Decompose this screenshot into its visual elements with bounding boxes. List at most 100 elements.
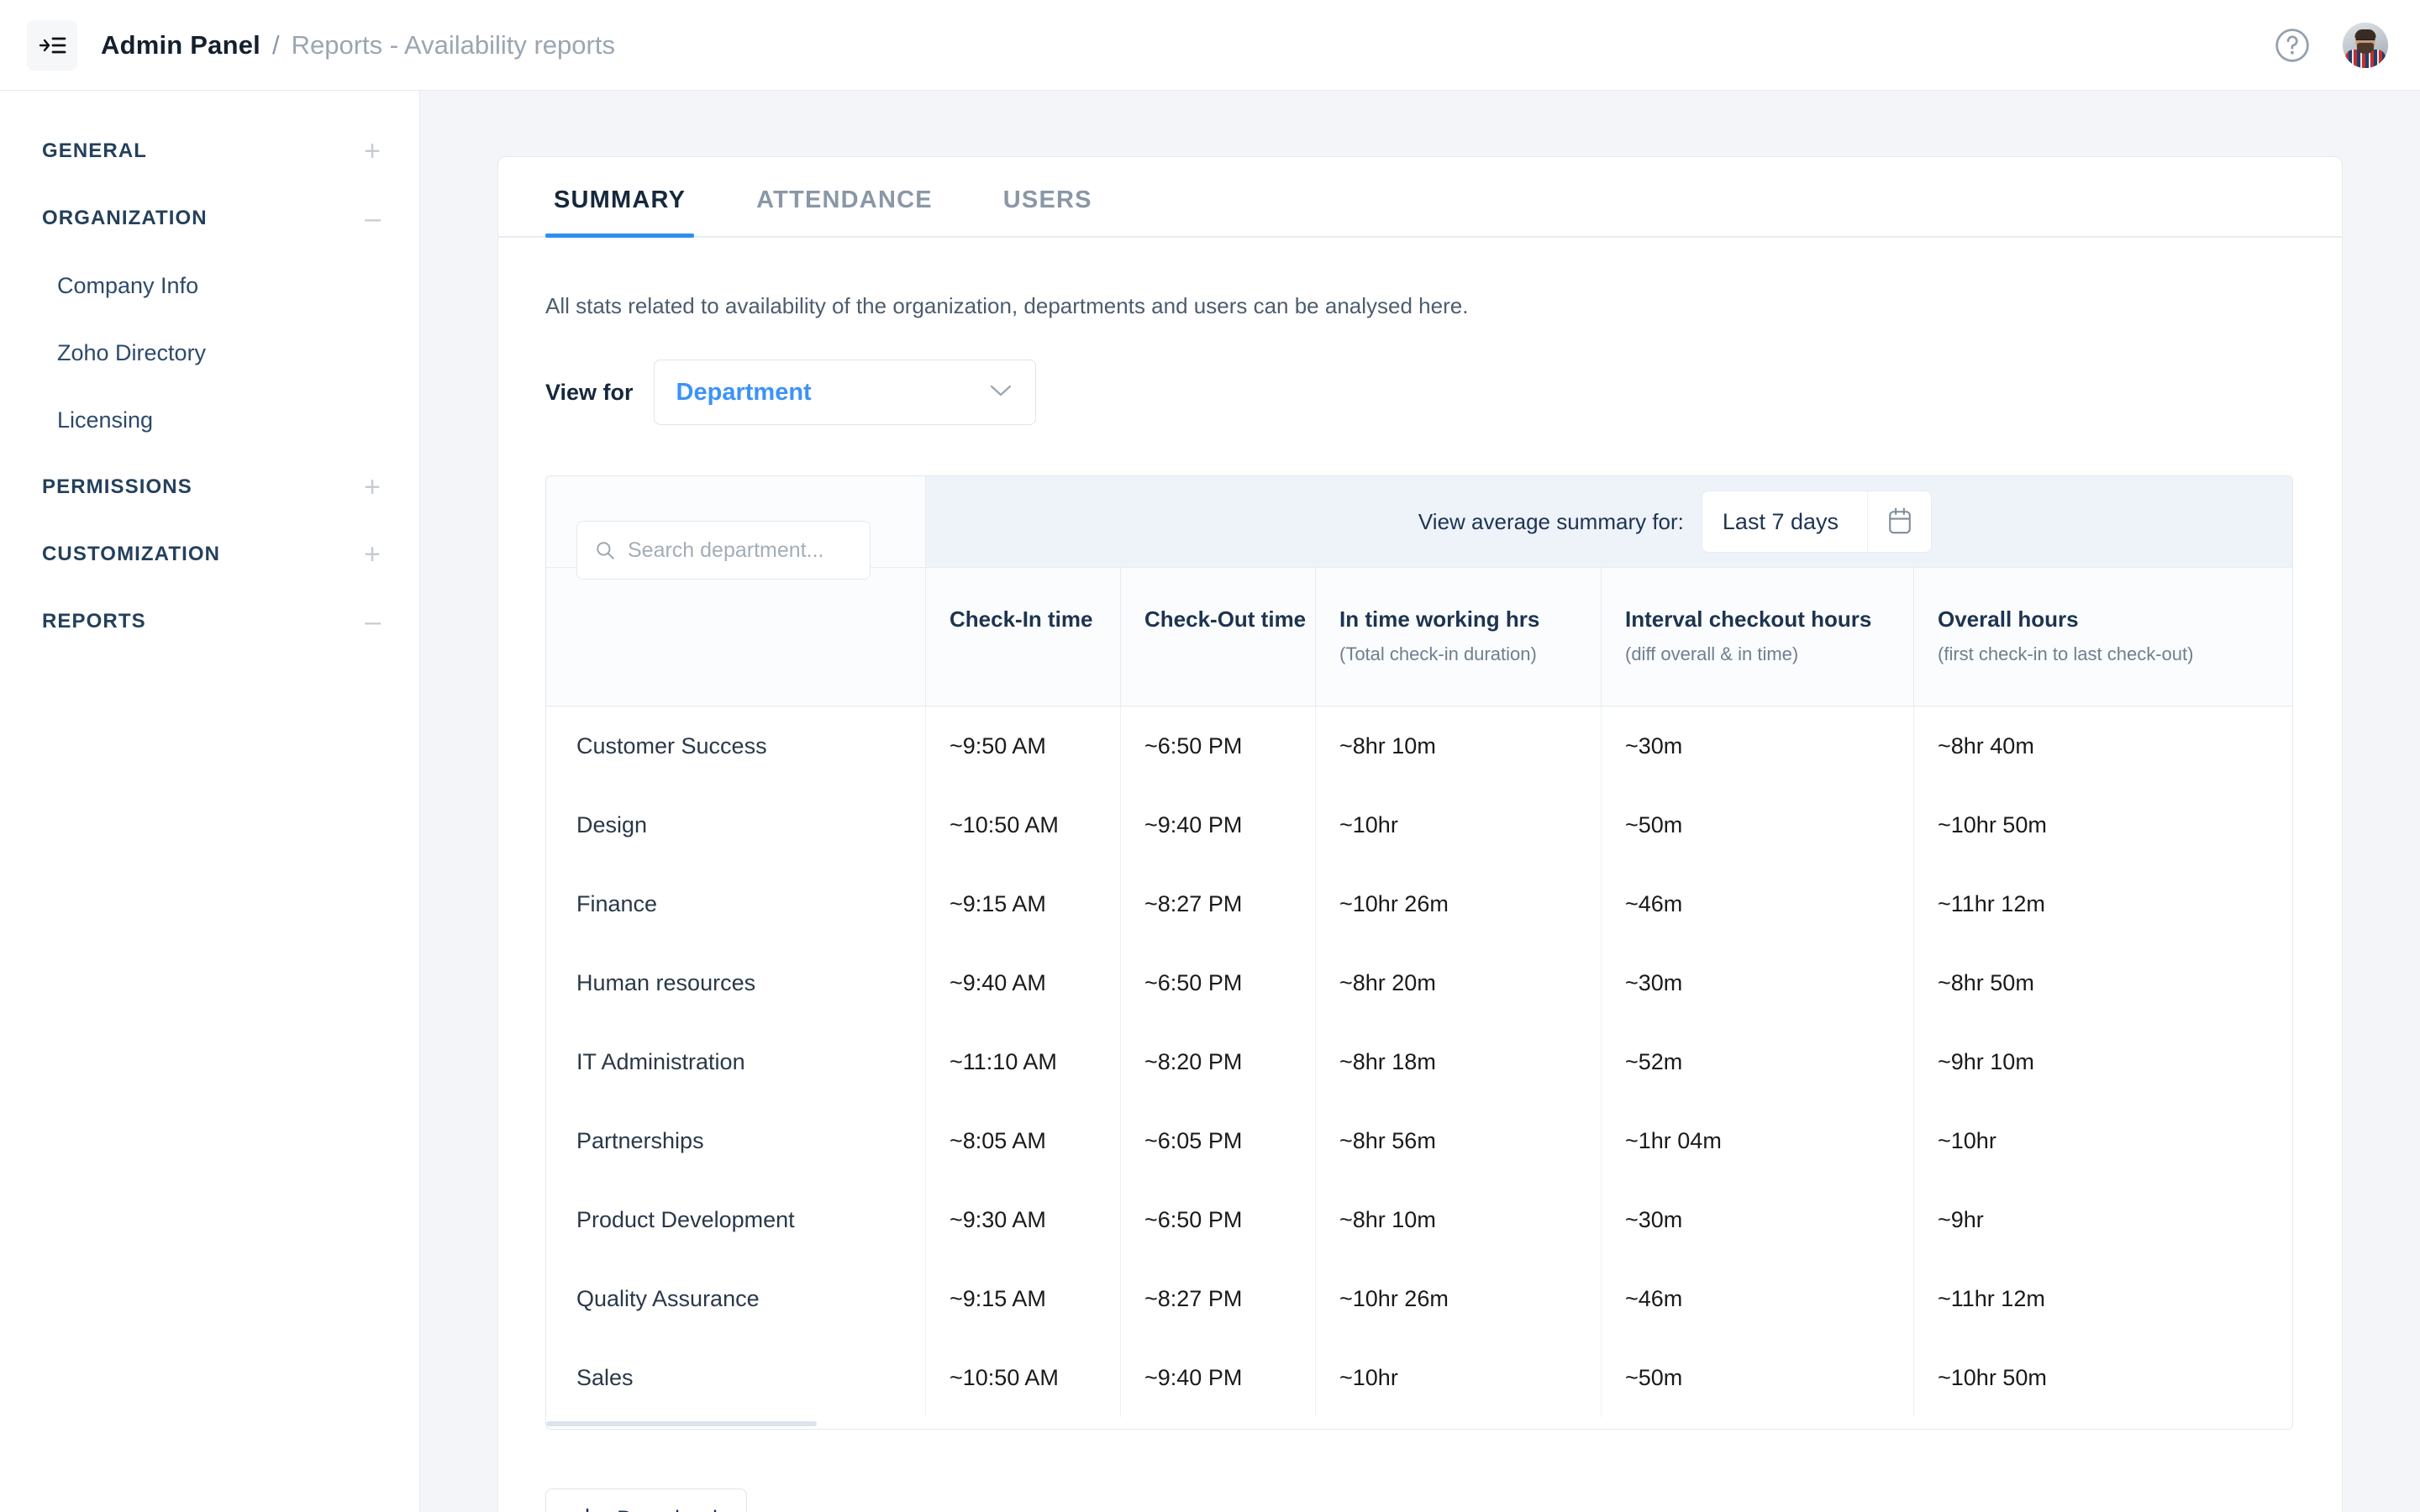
- expand-toggle-icon[interactable]: +: [364, 137, 381, 165]
- avatar[interactable]: [2343, 22, 2388, 68]
- download-icon: [586, 1508, 589, 1512]
- tab-attendance[interactable]: ATTENDANCE: [748, 186, 941, 236]
- breadcrumb: Admin Panel / Reports - Availability rep…: [101, 30, 615, 60]
- view-for-label: View for: [545, 379, 634, 405]
- expand-toggle-icon[interactable]: +: [364, 473, 381, 501]
- table-header-row: Check-In time Check-Out time In time wor…: [546, 521, 2292, 706]
- intro-text: All stats related to availability of the…: [545, 293, 1469, 318]
- cell-overall-hours: ~10hr: [1938, 1127, 1996, 1153]
- cell-interval-checkout-hours: ~52m: [1602, 1022, 1914, 1101]
- table-row[interactable]: Human resources ~9:40 AM ~6:50 PM ~8hr 20m ~…: [546, 943, 2292, 1022]
- calendar-button[interactable]: [1867, 491, 1931, 552]
- tab-summary[interactable]: SUMMARY: [545, 186, 695, 238]
- cell-interval-checkout-hours: ~50m: [1602, 785, 1914, 864]
- search-input[interactable]: [628, 538, 846, 563]
- cell-department: IT Administration: [546, 1022, 926, 1101]
- cell-interval-checkout-hours: ~1hr 04m: [1602, 1101, 1914, 1180]
- view-for-select[interactable]: Department: [653, 360, 1036, 425]
- cell-check-out: ~6:50 PM: [1121, 1180, 1316, 1259]
- avatar-beard: [2357, 42, 2374, 54]
- scrollbar-thumb[interactable]: [546, 1421, 817, 1426]
- table-row[interactable]: Design ~10:50 AM ~9:40 PM ~10hr ~50m ~10hr 50…: [546, 785, 2292, 864]
- breadcrumb-separator: /: [271, 29, 280, 60]
- search-department-box[interactable]: [576, 521, 871, 580]
- cell-check-in: ~8:05 AM: [926, 1101, 1121, 1180]
- view-for-value: Department: [676, 378, 812, 406]
- column-title: Interval checkout hours: [1625, 606, 1872, 632]
- cell-check-out: ~6:50 PM: [1121, 706, 1316, 785]
- column-subtitle: (diff overall & in time): [1625, 643, 1799, 664]
- column-title: In time working hrs: [1339, 606, 1540, 632]
- sidebar-section-label: CUSTOMIZATION: [42, 543, 221, 565]
- column-header-check-in[interactable]: Check-In time: [926, 568, 1121, 706]
- sidebar: GENERAL + ORGANIZATION – Company Info Zo…: [0, 91, 420, 1512]
- help-circle-icon[interactable]: [2274, 27, 2311, 64]
- cell-overall-hours: ~11hr 12m: [1938, 1285, 2045, 1311]
- cell-check-out: ~6:50 PM: [1121, 943, 1316, 1022]
- table-row[interactable]: Quality Assurance ~9:15 AM ~8:27 PM ~10hr 2…: [546, 1259, 2292, 1338]
- table-body: Customer Success ~9:50 AM ~6:50 PM ~8hr 10m…: [546, 706, 2292, 1417]
- column-header-interval-checkout-hours[interactable]: Interval checkout hours (diff overall & …: [1602, 568, 1914, 706]
- main-content: SUMMARY ATTENDANCE USERS All stats relat…: [420, 91, 2420, 1512]
- table-row[interactable]: Customer Success ~9:50 AM ~6:50 PM ~8hr 10m…: [546, 706, 2292, 785]
- cell-department: Partnerships: [546, 1101, 926, 1180]
- collapse-sidebar-button[interactable]: [27, 19, 77, 71]
- table-row[interactable]: Sales ~10:50 AM ~9:40 PM ~10hr ~50m ~10hr 50m: [546, 1338, 2292, 1417]
- sidebar-section-reports[interactable]: REPORTS –: [0, 588, 419, 655]
- breadcrumb-current: Reports - Availability reports: [291, 29, 615, 60]
- avatar-hair: [2354, 29, 2376, 39]
- cell-interval-checkout-hours: ~30m: [1602, 943, 1914, 1022]
- sidebar-section-organization[interactable]: ORGANIZATION –: [0, 185, 419, 252]
- tab-bar: SUMMARY ATTENDANCE USERS: [498, 157, 2342, 238]
- sidebar-item-company-info[interactable]: Company Info: [0, 252, 419, 319]
- download-button[interactable]: Download: [545, 1488, 748, 1512]
- cell-overall-hours: ~8hr 40m: [1938, 732, 2034, 759]
- breadcrumb-root[interactable]: Admin Panel: [101, 30, 260, 60]
- cell-overall-hours: ~8hr 50m: [1938, 969, 2034, 995]
- table-row[interactable]: Product Development ~9:30 AM ~6:50 PM ~8hr …: [546, 1180, 2292, 1259]
- column-header-overall-hours[interactable]: Overall hours (first check-in to last ch…: [1914, 568, 2291, 706]
- column-title: Overall hours: [1938, 606, 2079, 632]
- collapse-toggle-icon[interactable]: –: [365, 607, 381, 636]
- cell-check-in: ~9:15 AM: [926, 864, 1121, 943]
- sidebar-section-general[interactable]: GENERAL +: [0, 118, 419, 185]
- cell-overall-hours: ~10hr 50m: [1938, 811, 2047, 837]
- top-bar-actions: [2274, 22, 2388, 68]
- average-summary-label: View average summary for:: [1418, 508, 1684, 534]
- cell-overall-hours: ~10hr 50m: [1938, 1364, 2047, 1390]
- cell-overall-hours: ~9hr 10m: [1938, 1048, 2034, 1074]
- cell-department: Human resources: [546, 943, 926, 1022]
- top-bar: Admin Panel / Reports - Availability rep…: [0, 0, 2420, 91]
- cell-department: Customer Success: [546, 706, 926, 785]
- sidebar-item-zoho-directory[interactable]: Zoho Directory: [0, 319, 419, 386]
- sidebar-item-licensing[interactable]: Licensing: [0, 386, 419, 454]
- column-header-check-out[interactable]: Check-Out time: [1121, 568, 1316, 706]
- expand-toggle-icon[interactable]: +: [364, 540, 381, 569]
- sidebar-section-customization[interactable]: CUSTOMIZATION +: [0, 521, 419, 588]
- column-title: Check-In time: [950, 606, 1093, 632]
- table-toolbar-right: View average summary for: Last 7 days: [926, 476, 2292, 567]
- sidebar-section-label: PERMISSIONS: [42, 475, 192, 498]
- cell-in-time-working-hrs: ~10hr: [1316, 1338, 1602, 1417]
- cell-in-time-working-hrs: ~8hr 10m: [1316, 1180, 1602, 1259]
- download-label: Download: [617, 1506, 718, 1512]
- tab-users[interactable]: USERS: [995, 186, 1101, 236]
- availability-table: View average summary for: Last 7 days Se…: [545, 475, 2293, 1430]
- table-row[interactable]: Finance ~9:15 AM ~8:27 PM ~10hr 26m ~46m ~11h…: [546, 864, 2292, 943]
- cell-in-time-working-hrs: ~8hr 10m: [1316, 706, 1602, 785]
- cell-check-out: ~8:27 PM: [1121, 864, 1316, 943]
- table-row[interactable]: Partnerships ~8:05 AM ~6:05 PM ~8hr 56m ~1hr…: [546, 1101, 2292, 1180]
- cell-check-in: ~9:15 AM: [926, 1259, 1121, 1338]
- cell-check-in: ~10:50 AM: [926, 785, 1121, 864]
- sidebar-section-permissions[interactable]: PERMISSIONS +: [0, 454, 419, 521]
- date-range-picker[interactable]: Last 7 days: [1702, 491, 1931, 552]
- cell-department: Quality Assurance: [546, 1259, 926, 1338]
- cell-check-in: ~9:40 AM: [926, 943, 1121, 1022]
- view-for-row: View for Department: [545, 360, 2342, 425]
- column-header-in-time-working-hrs[interactable]: In time working hrs (Total check-in dura…: [1316, 568, 1602, 706]
- collapse-toggle-icon[interactable]: –: [365, 204, 381, 233]
- table-row[interactable]: IT Administration ~11:10 AM ~8:20 PM ~8hr 1…: [546, 1022, 2292, 1101]
- cell-in-time-working-hrs: ~10hr: [1316, 785, 1602, 864]
- column-subtitle: (Total check-in duration): [1339, 643, 1537, 664]
- horizontal-scrollbar[interactable]: [546, 1417, 2292, 1429]
